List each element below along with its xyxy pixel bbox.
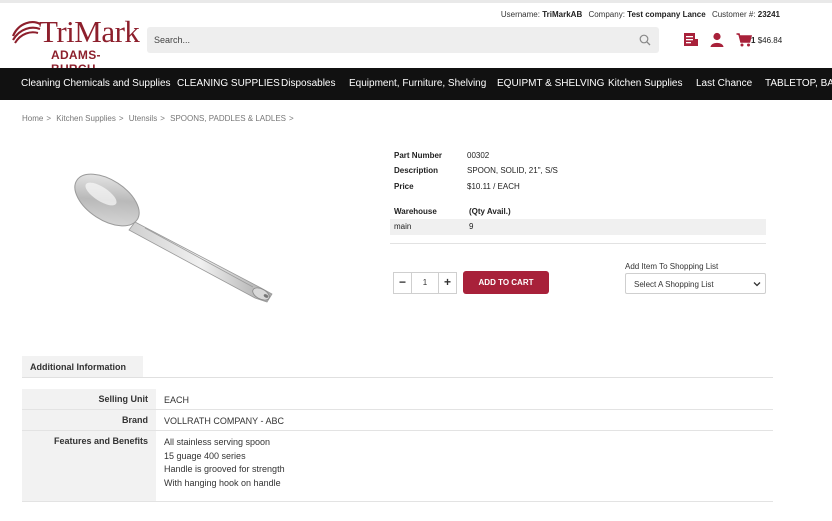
nav-item-kitchen-supplies[interactable]: Kitchen Supplies [608, 78, 683, 89]
warehouse-header: Warehouse [394, 207, 437, 216]
brand-name: TriMark [39, 14, 140, 49]
qty-available-value: 9 [469, 222, 474, 231]
divider [390, 243, 766, 244]
qty-available-header: (Qty Avail.) [469, 207, 511, 216]
price-value: $10.11 / EACH [467, 182, 520, 191]
username-label: Username: [500, 10, 540, 19]
breadcrumb-separator: > [160, 114, 165, 123]
company-label: Company: [588, 10, 625, 19]
spec-row-brand: Brand VOLLRATH COMPANY - ABC [22, 410, 773, 431]
tab-additional-information[interactable]: Additional Information [22, 356, 143, 378]
username-value: TriMarkAB [542, 10, 583, 19]
search-icon[interactable] [639, 34, 651, 46]
feature-item: Handle is grooved for strength [164, 464, 285, 475]
breadcrumb: Home > Kitchen Supplies > Utensils > SPOONS… [22, 114, 297, 123]
spec-value: All stainless serving spoon 15 guage 400… [164, 436, 285, 491]
top-border [0, 0, 832, 3]
spec-value: VOLLRATH COMPANY - ABC [164, 416, 285, 426]
account-info: Username: TriMarkAB Company: Test compan… [497, 10, 780, 19]
shopping-list-select[interactable]: Select A Shopping List [625, 273, 766, 294]
main-nav: Cleaning Chemicals and Supplies CLEANING… [0, 68, 832, 100]
nav-item-last-chance[interactable]: Last Chance [696, 78, 752, 89]
description-label: Description [394, 166, 439, 175]
brand-logo[interactable]: TriMark ADAMS-BURCH [11, 15, 140, 76]
feature-item: 15 guage 400 series [164, 450, 246, 461]
tab-label: Additional Information [30, 362, 126, 372]
spec-key: Features and Benefits [22, 431, 156, 501]
shopping-list-selected: Select A Shopping List [634, 280, 714, 289]
description-value: SPOON, SOLID, 21", S/S [467, 166, 558, 175]
spec-value: EACH [164, 395, 190, 405]
spec-key: Brand [22, 410, 156, 430]
breadcrumb-separator: > [118, 114, 124, 123]
customer-label: Customer #: [711, 10, 756, 19]
quantity-stepper: − 1 + [393, 272, 457, 294]
cart-icon[interactable] [736, 32, 752, 47]
breadcrumb-home[interactable]: Home [22, 114, 43, 123]
customer-value: 23241 [757, 10, 780, 19]
search-placeholder: Search... [154, 35, 191, 45]
qty-decrement-button[interactable]: − [394, 273, 412, 293]
nav-item-disposables[interactable]: Disposables [281, 78, 335, 89]
cart-count: 1 [751, 36, 756, 45]
chevron-down-icon [753, 282, 761, 287]
company-value: Test company Lance [627, 10, 706, 19]
product-image [74, 173, 273, 303]
orders-icon[interactable] [683, 32, 699, 47]
breadcrumb-separator: > [46, 114, 52, 123]
logo-swoosh-icon [11, 21, 41, 44]
feature-item: With hanging hook on handle [164, 478, 281, 489]
nav-item-equipmt-shelving[interactable]: EQUIPMT & SHELVING [497, 78, 604, 89]
part-number-label: Part Number [394, 151, 443, 160]
user-icon[interactable] [709, 32, 725, 47]
spec-row-features: Features and Benefits All stainless serv… [22, 431, 773, 502]
nav-item-tabletop[interactable]: TABLETOP, BAN [765, 78, 832, 89]
breadcrumb-kitchen-supplies[interactable]: Kitchen Supplies [56, 114, 116, 123]
spec-key: Selling Unit [22, 389, 156, 409]
nav-item-cleaning-supplies[interactable]: CLEANING SUPPLIES [177, 78, 280, 89]
search-input[interactable]: Search... [147, 27, 659, 53]
part-number-value: 00302 [467, 151, 490, 160]
spec-row-selling-unit: Selling Unit EACH [22, 389, 773, 410]
cart-total: $46.84 [757, 36, 783, 45]
nav-item-equipment[interactable]: Equipment, Furniture, Shelving [349, 78, 486, 89]
feature-item: All stainless serving spoon [164, 437, 271, 447]
shopping-list-label: Add Item To Shopping List [625, 262, 719, 271]
tab-underline [22, 377, 773, 378]
breadcrumb-separator: > [289, 114, 294, 123]
qty-increment-button[interactable]: + [438, 273, 456, 293]
cart-summary[interactable]: 1 $46.84 [751, 36, 782, 45]
price-label: Price [394, 182, 414, 191]
quantity-input[interactable]: 1 [412, 273, 438, 293]
warehouse-name: main [394, 222, 412, 231]
add-to-cart-button[interactable]: ADD TO CART [463, 271, 549, 294]
breadcrumb-spoons[interactable]: SPOONS, PADDLES & LADLES [170, 114, 286, 123]
breadcrumb-utensils[interactable]: Utensils [129, 114, 157, 123]
warehouse-row [390, 219, 766, 235]
nav-item-cleaning-chemicals[interactable]: Cleaning Chemicals and Supplies [21, 78, 171, 89]
